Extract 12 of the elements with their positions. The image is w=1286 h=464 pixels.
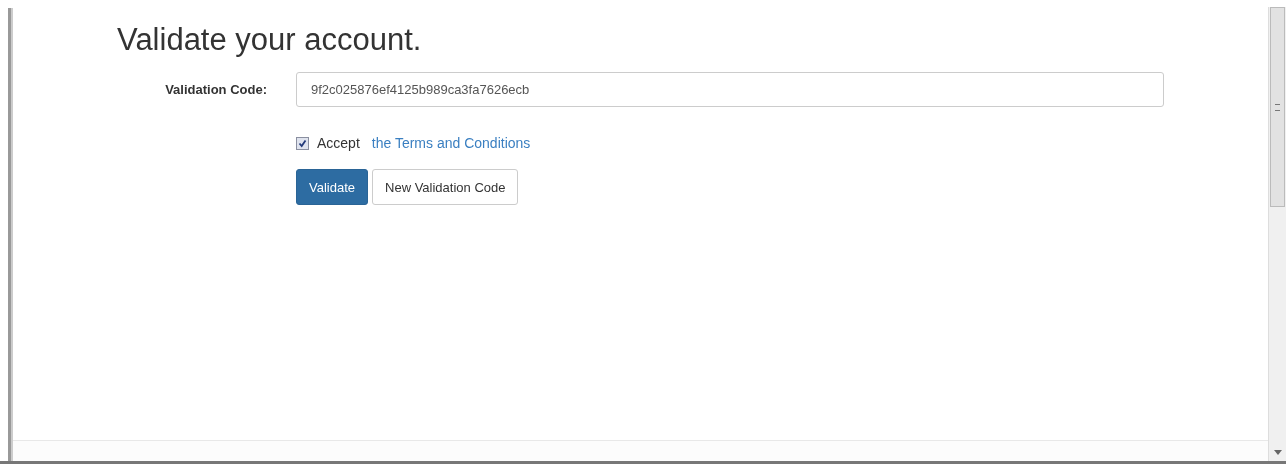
field-label: Validation Code:: [164, 82, 267, 97]
scrollbar[interactable]: [1268, 7, 1286, 461]
scroll-down-icon[interactable]: [1273, 450, 1282, 455]
grip-icon: [1275, 103, 1280, 111]
validate-button[interactable]: Validate: [296, 169, 368, 205]
code-input-field[interactable]: 9f2c025876ef4125b989ca3fa7626ecb: [296, 72, 1164, 107]
accept-checkbox[interactable]: [296, 136, 309, 150]
scrollbar-thumb[interactable]: [1270, 7, 1285, 207]
accept-label: Accept: [317, 135, 360, 151]
new-code-button[interactable]: New Validation Code: [372, 169, 519, 205]
terms-link[interactable]: the Terms and Conditions: [371, 135, 531, 151]
page-title: Validate your account.: [117, 22, 423, 58]
